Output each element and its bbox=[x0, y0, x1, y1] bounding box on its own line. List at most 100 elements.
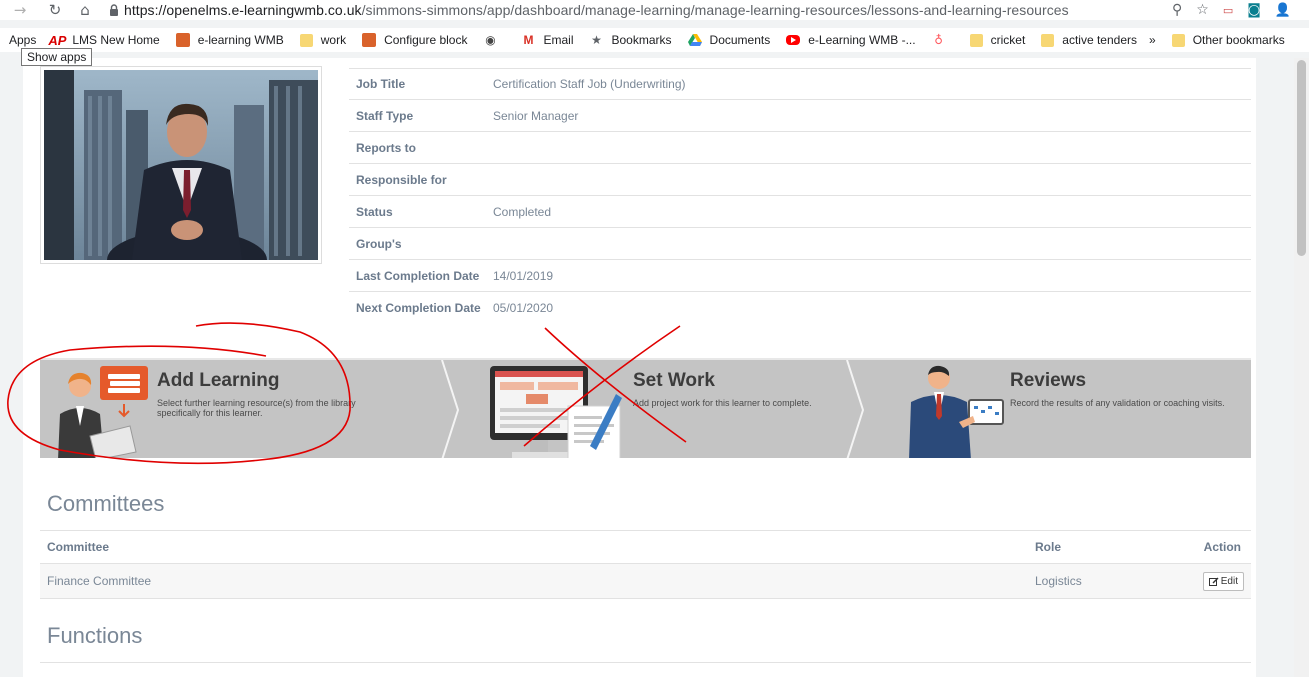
folder-icon bbox=[299, 33, 313, 47]
detail-row: Last Completion Date 14/01/2019 bbox=[349, 260, 1251, 292]
url-field[interactable]: https://openelms.e-learningwmb.co.uk/sim… bbox=[124, 2, 1069, 18]
bookmark-label: Other bookmarks bbox=[1192, 33, 1285, 47]
set-work-panel[interactable]: Set Work Add project work for this learn… bbox=[460, 360, 850, 458]
edit-button[interactable]: Edit bbox=[1202, 572, 1244, 591]
bookmark-label: LMS New Home bbox=[72, 33, 160, 47]
zoom-icon[interactable]: ⚲ bbox=[1172, 2, 1182, 18]
detail-row: Reports to bbox=[349, 132, 1251, 164]
bookmark-label: active tenders bbox=[1062, 33, 1137, 47]
profile-photo-frame bbox=[40, 66, 322, 264]
scrollbar-thumb[interactable] bbox=[1297, 60, 1306, 256]
set-work-title[interactable]: Set Work bbox=[633, 370, 715, 392]
detail-row: Next Completion Date 05/01/2020 bbox=[349, 292, 1251, 324]
committees-heading: Committees bbox=[47, 491, 165, 516]
airbnb-icon: ♁ bbox=[934, 33, 943, 47]
home-icon[interactable]: ⌂ bbox=[70, 0, 100, 20]
edit-icon bbox=[1208, 577, 1219, 586]
bookmark-documents[interactable]: Documents bbox=[687, 33, 771, 47]
chevron-divider-icon bbox=[441, 360, 460, 458]
extension-icon[interactable]: ▭ bbox=[1223, 4, 1233, 17]
bookmarks-bar: Apps AP LMS New Home e-learning WMB work Conf… bbox=[0, 28, 1309, 52]
functions-table-top bbox=[40, 662, 1251, 663]
action-banner: Add Learning Select further learning res… bbox=[40, 358, 1251, 458]
page-content: Job Title Certification Staff Job (Underw… bbox=[23, 58, 1256, 677]
add-learning-title[interactable]: Add Learning bbox=[157, 370, 279, 392]
chevron-divider-icon bbox=[846, 360, 865, 458]
reload-icon[interactable]: ↻ bbox=[40, 0, 70, 20]
add-learning-panel[interactable]: Add Learning Select further learning res… bbox=[40, 360, 445, 458]
detail-row: Group's bbox=[349, 228, 1251, 260]
edit-button-label: Edit bbox=[1220, 576, 1238, 587]
bookmark-[interactable]: » bbox=[1149, 33, 1156, 47]
detail-row: Responsible for bbox=[349, 164, 1251, 196]
bookmark-e-learning-wmb[interactable]: e-learning WMB bbox=[175, 33, 284, 47]
committee-column-header: Committee bbox=[47, 540, 110, 554]
detail-label: Last Completion Date bbox=[356, 268, 480, 283]
bookmark-star-icon[interactable]: ☆ bbox=[1196, 2, 1209, 18]
wmb-icon bbox=[175, 33, 190, 47]
detail-label: Next Completion Date bbox=[356, 301, 481, 315]
detail-row: Status Completed bbox=[349, 196, 1251, 228]
bookmark-label: Email bbox=[543, 33, 574, 47]
bookmark-label: e-learning WMB bbox=[197, 33, 284, 47]
bookmark-active-tenders[interactable]: active tenders bbox=[1041, 33, 1137, 47]
bookmark-label: e-Learning WMB -... bbox=[808, 33, 916, 47]
detail-row: Job Title Certification Staff Job (Underw… bbox=[349, 68, 1251, 100]
detail-row: Staff Type Senior Manager bbox=[349, 100, 1251, 132]
detail-label: Staff Type bbox=[356, 108, 414, 123]
bookmark-cricket[interactable]: cricket bbox=[969, 33, 1025, 47]
bookmark-apps[interactable]: Apps bbox=[0, 33, 36, 47]
page-scrollbar[interactable] bbox=[1294, 58, 1309, 677]
bookmark-label: » bbox=[1149, 33, 1156, 47]
detail-value: 14/01/2019 bbox=[493, 268, 554, 283]
detail-value: Certification Staff Job (Underwriting) bbox=[493, 77, 686, 91]
bookmark-email[interactable]: M Email bbox=[521, 33, 573, 47]
globe-icon: ◉ bbox=[485, 33, 496, 47]
bookmark-label: Bookmarks bbox=[611, 33, 672, 47]
show-apps-tooltip: Show apps bbox=[21, 48, 93, 66]
address-bar: → ↻ ⌂ https://openelms.e-learningwmb.co.… bbox=[0, 0, 1309, 20]
committees-table: Committee Role Action Finance Committee … bbox=[40, 530, 1251, 599]
star-icon: ★ bbox=[591, 33, 602, 47]
bookmark-other-bookmarks[interactable]: Other bookmarks bbox=[1171, 33, 1285, 47]
functions-heading: Functions bbox=[47, 623, 143, 648]
detail-label: Job Title bbox=[356, 77, 406, 91]
bookmark-airbnb[interactable]: ♁ bbox=[932, 33, 954, 47]
url-host: https://openelms.e-learningwmb.co.uk bbox=[124, 2, 362, 18]
bookmark-lms-new-home[interactable]: AP LMS New Home bbox=[48, 32, 160, 48]
lock-icon[interactable] bbox=[104, 4, 124, 16]
reviews-panel[interactable]: Reviews Record the results of any valida… bbox=[865, 360, 1251, 458]
drive-icon bbox=[687, 34, 702, 46]
detail-value: 05/01/2020 bbox=[493, 301, 554, 315]
folder-icon bbox=[1041, 33, 1055, 47]
action-column-header: Action bbox=[1203, 540, 1241, 554]
bookmark-e-learning-wmb[interactable]: e-Learning WMB -... bbox=[786, 33, 916, 47]
extension-teal-icon[interactable]: ◙ bbox=[1247, 2, 1261, 18]
detail-value: Senior Manager bbox=[493, 108, 579, 123]
detail-label: Group's bbox=[356, 236, 402, 251]
ap-logo-icon: AP bbox=[48, 32, 67, 48]
profile-avatar[interactable]: 👤 bbox=[1275, 3, 1291, 18]
role-column-header: Role bbox=[1035, 540, 1062, 554]
bookmark-label: work bbox=[320, 33, 347, 47]
wmb-icon bbox=[362, 33, 377, 47]
bookmark-label: Documents bbox=[709, 33, 771, 47]
bookmark-work[interactable]: work bbox=[299, 33, 347, 47]
detail-label: Status bbox=[356, 204, 393, 219]
bookmark-configure-block[interactable]: Configure block bbox=[362, 33, 467, 47]
set-work-description: Add project work for this learner to com… bbox=[633, 398, 812, 408]
add-learning-description: Select further learning resource(s) from… bbox=[157, 398, 356, 418]
bookmark-label: Apps bbox=[9, 33, 37, 47]
bookmark-globe[interactable]: ◉ bbox=[483, 33, 505, 47]
gmail-icon: M bbox=[523, 33, 534, 47]
bookmark-bookmarks[interactable]: ★ Bookmarks bbox=[590, 33, 672, 47]
folder-icon bbox=[969, 33, 983, 47]
learner-details-table: Job Title Certification Staff Job (Underw… bbox=[349, 68, 1251, 324]
committees-header-row: Committee Role Action bbox=[40, 530, 1251, 564]
committee-name: Finance Committee bbox=[47, 574, 152, 588]
reviews-title[interactable]: Reviews bbox=[1010, 370, 1086, 392]
detail-label: Responsible for bbox=[356, 172, 447, 187]
url-path: /simmons-simmons/app/dashboard/manage-le… bbox=[361, 2, 1069, 18]
folder-icon bbox=[1171, 33, 1185, 47]
back-arrow-icon[interactable]: → bbox=[0, 0, 40, 20]
